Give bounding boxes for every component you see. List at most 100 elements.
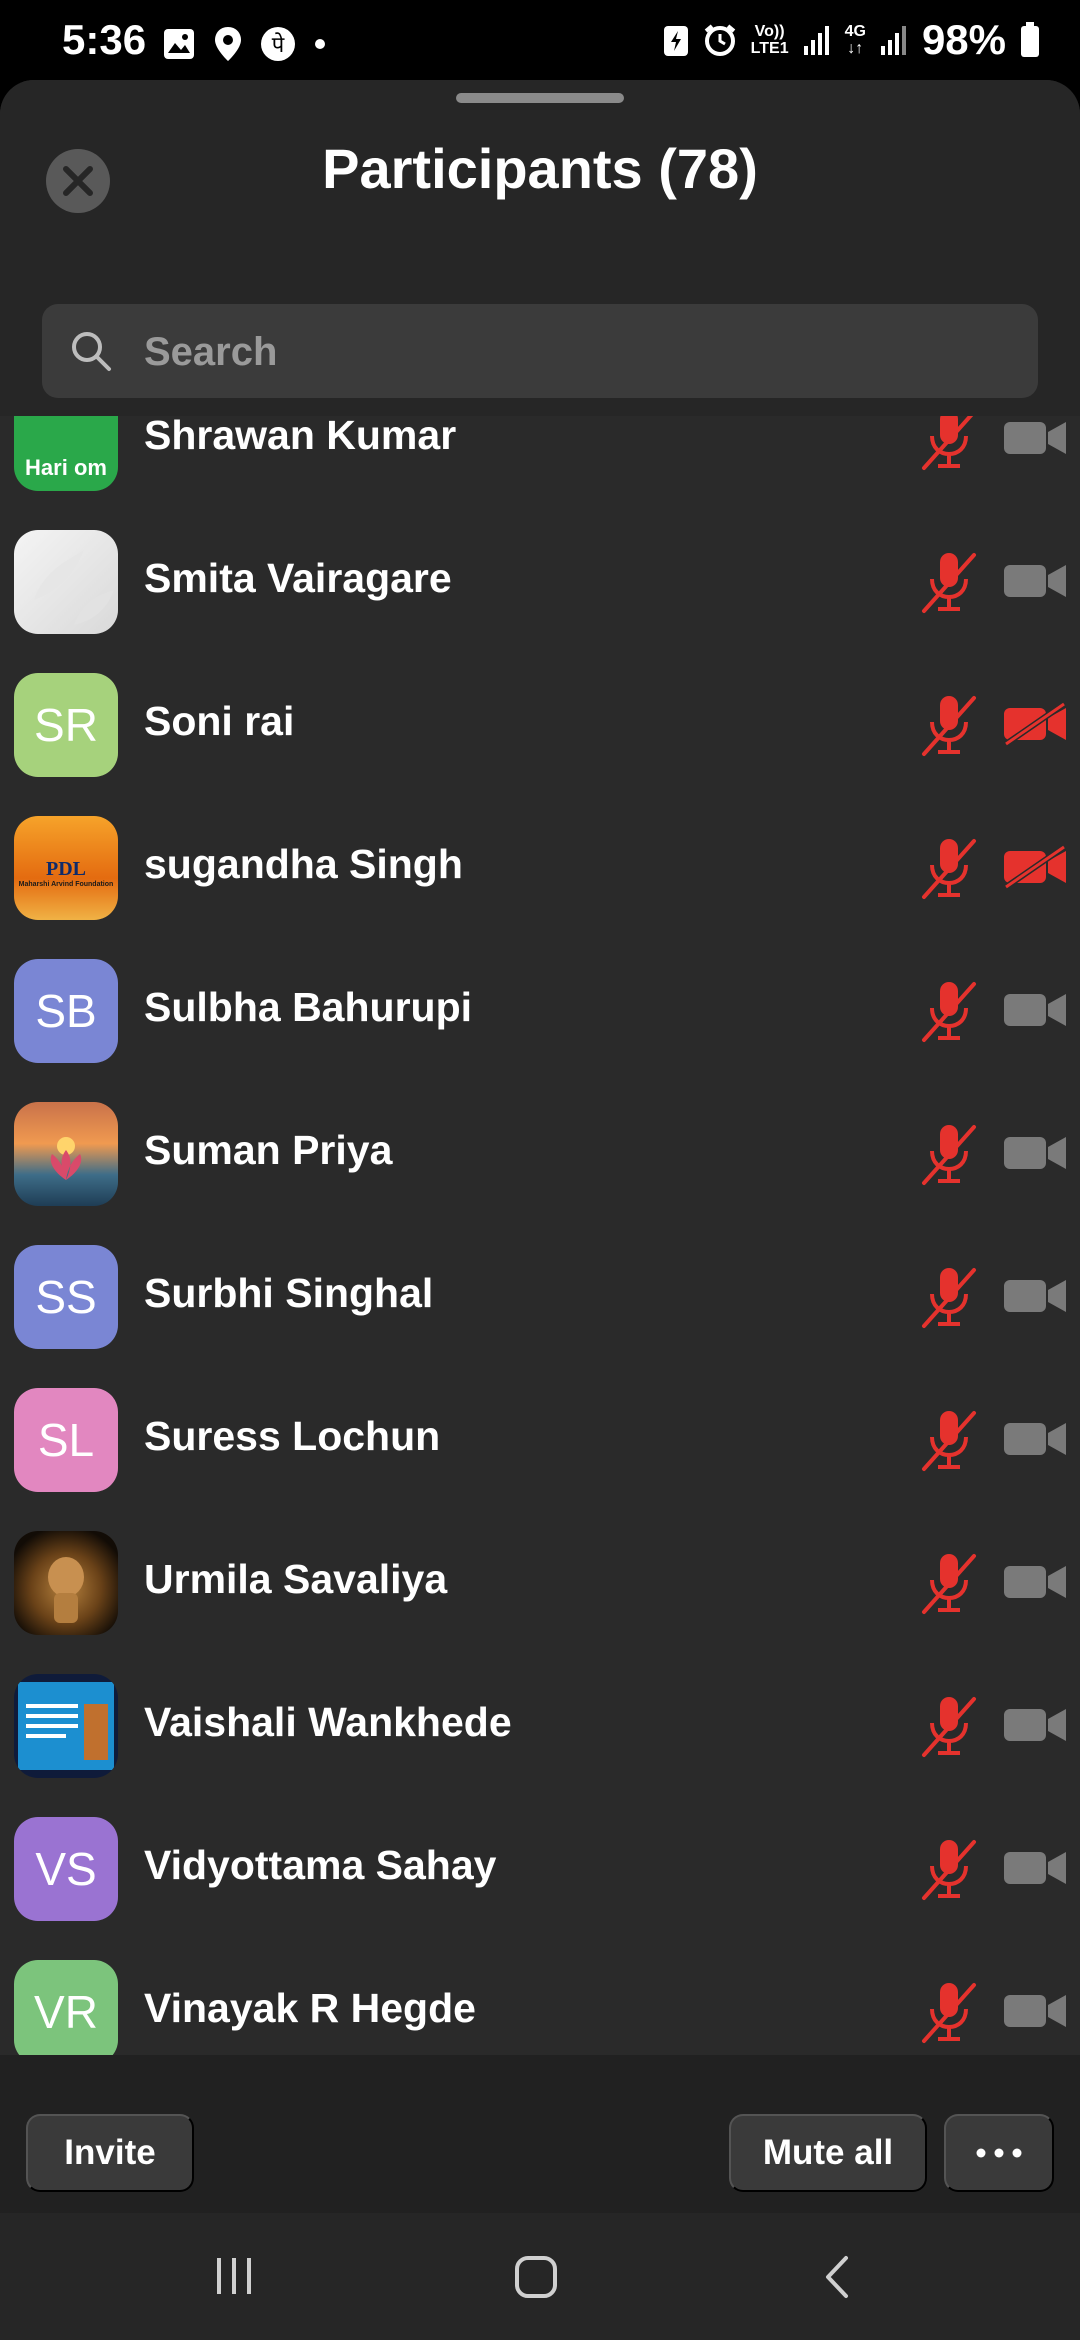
avatar-logo-text: PDL: [46, 857, 86, 880]
participant-name: Urmila Savaliya: [144, 1556, 448, 1602]
participant-name: Suress Lochun: [144, 1413, 441, 1459]
participant-row[interactable]: Urmila Savaliya: [0, 1494, 1080, 1637]
page-title: Participants (78): [322, 137, 758, 200]
avatar-initials: SB: [14, 959, 118, 1063]
participant-name: Vidyottama Sahay: [144, 1842, 497, 1888]
participant-row[interactable]: VR Vinayak R Hegde: [0, 1923, 1080, 2066]
search-input[interactable]: [142, 304, 1006, 400]
data-arrows-icon: ↓↑: [847, 40, 864, 57]
avatar-initials-text: SB: [35, 985, 97, 1037]
search-icon: [72, 332, 111, 371]
drag-handle[interactable]: [456, 93, 624, 103]
signal-2-icon: [880, 26, 906, 55]
mute-all-button[interactable]: Mute all: [729, 2114, 927, 2192]
home-icon[interactable]: [514, 2255, 558, 2299]
video-off-icon[interactable]: [1002, 845, 1068, 889]
participant-row[interactable]: Smita Vairagare: [0, 493, 1080, 636]
participant-name: Surbhi Singhal: [144, 1270, 434, 1316]
status-right: Vo)) LTE1 4G ↓↑ 98%: [663, 16, 1040, 64]
battery-saver-icon: [663, 26, 688, 56]
network-type: Vo)) LTE1: [751, 23, 789, 57]
video-icon[interactable]: [1002, 1131, 1068, 1175]
video-icon[interactable]: [1002, 1560, 1068, 1604]
participant-row[interactable]: Vaishali Wankhede: [0, 1637, 1080, 1780]
data-type: 4G ↓↑: [845, 23, 866, 57]
participant-name: Shrawan Kumar: [144, 412, 457, 458]
gallery-icon: [164, 29, 194, 59]
signal-icon: [803, 26, 829, 55]
avatar: [14, 530, 118, 634]
avatar-initials-text: SL: [37, 1414, 95, 1466]
mic-muted-icon[interactable]: [918, 1264, 980, 1330]
mic-muted-icon[interactable]: [918, 549, 980, 615]
leaf-pattern-icon: [34, 550, 114, 625]
network-lte: LTE1: [750, 40, 789, 57]
network-volte: Vo)): [754, 23, 785, 40]
video-icon[interactable]: [1002, 416, 1068, 460]
avatar-initials: VR: [14, 1960, 118, 2064]
mic-muted-icon[interactable]: [918, 1836, 980, 1902]
participant-row[interactable]: SL Suress Lochun: [0, 1351, 1080, 1494]
video-icon[interactable]: [1002, 559, 1068, 603]
mic-muted-icon[interactable]: [918, 1693, 980, 1759]
participant-name: Sulbha Bahurupi: [144, 984, 472, 1030]
bottom-action-bar: Invite Mute all: [0, 2055, 1080, 2213]
avatar: [14, 1102, 118, 1206]
mic-muted-icon[interactable]: [918, 1550, 980, 1616]
video-icon[interactable]: [1002, 1417, 1068, 1461]
status-bar: 5:36 पे Vo)) LTE1 4G ↓↑ 98%: [0, 0, 1080, 84]
more-options-button[interactable]: [944, 2114, 1054, 2192]
recent-apps-icon[interactable]: [213, 2255, 255, 2297]
avatar-initials: SL: [14, 1388, 118, 1492]
video-icon[interactable]: [1002, 1703, 1068, 1747]
search-bar[interactable]: [42, 304, 1038, 400]
sheet-header: Participants (78): [0, 80, 1080, 416]
participant-name: Vinayak R Hegde: [144, 1985, 476, 2031]
avatar-initials-text: VS: [35, 1843, 97, 1895]
status-time: 5:36: [62, 16, 147, 63]
participant-name: Smita Vairagare: [144, 555, 452, 601]
avatar: PDL Maharshi Arvind Foundation: [14, 816, 118, 920]
avatar: [14, 1531, 118, 1635]
video-icon[interactable]: [1002, 1989, 1068, 2033]
battery-icon: [1021, 22, 1039, 57]
avatar-initials-text: SS: [35, 1271, 97, 1323]
avatar-initials: VS: [14, 1817, 118, 1921]
participant-row[interactable]: Suman Priya: [0, 1065, 1080, 1208]
participant-list: Hari om Shrawan Kumar Smita Vairagare SR…: [0, 350, 1080, 2066]
avatar-logo-subtext: Maharshi Arvind Foundation: [18, 880, 114, 888]
lotus-icon: [50, 1137, 82, 1180]
participant-row[interactable]: PDL Maharshi Arvind Foundation sugandha …: [0, 779, 1080, 922]
alarm-icon: [704, 24, 735, 56]
mic-muted-icon[interactable]: [918, 1407, 980, 1473]
video-icon[interactable]: [1002, 1846, 1068, 1890]
participant-name: Suman Priya: [144, 1127, 393, 1173]
location-icon: [215, 27, 241, 61]
invite-button[interactable]: Invite: [26, 2114, 194, 2192]
participant-row[interactable]: SS Surbhi Singhal: [0, 1208, 1080, 1351]
avatar-initials: SS: [14, 1245, 118, 1349]
system-nav-bar: [0, 2213, 1080, 2340]
battery-percent: 98%: [921, 16, 1006, 63]
participant-name: Vaishali Wankhede: [144, 1699, 512, 1745]
video-icon[interactable]: [1002, 1274, 1068, 1318]
participant-name: Soni rai: [144, 698, 295, 744]
video-icon[interactable]: [1002, 988, 1068, 1032]
mic-muted-icon[interactable]: [918, 978, 980, 1044]
lion-cub-icon: [48, 1557, 84, 1623]
svg-text:पे: पे: [272, 32, 285, 58]
participant-row[interactable]: SR Soni rai: [0, 636, 1080, 779]
back-icon[interactable]: [822, 2255, 852, 2299]
video-off-icon[interactable]: [1002, 702, 1068, 746]
participant-name: sugandha Singh: [144, 841, 463, 887]
mic-muted-icon[interactable]: [918, 1121, 980, 1187]
participant-row[interactable]: VS Vidyottama Sahay: [0, 1780, 1080, 1923]
avatar-initials-text: VR: [34, 1986, 98, 2038]
avatar-initials-text: SR: [34, 699, 98, 751]
status-left-icons: पे: [162, 26, 326, 62]
mic-muted-icon[interactable]: [918, 835, 980, 901]
quote-card-icon: [18, 1682, 114, 1770]
participant-row[interactable]: SB Sulbha Bahurupi: [0, 922, 1080, 1065]
mic-muted-icon[interactable]: [918, 1979, 980, 2045]
mic-muted-icon[interactable]: [918, 692, 980, 758]
